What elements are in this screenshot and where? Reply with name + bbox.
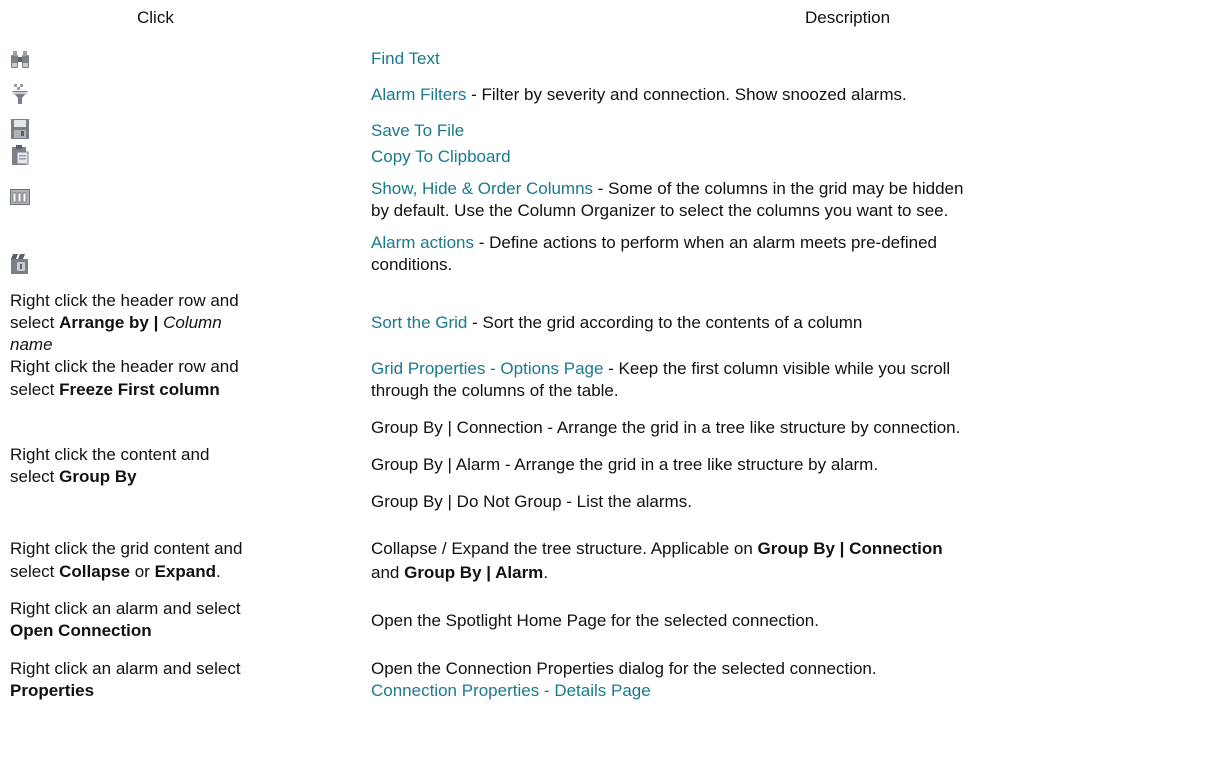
columns-row-line1: Show, Hide & Order Columns - Some of the… (371, 178, 963, 200)
group-click-line2: select Group By (10, 466, 137, 488)
grid-properties-link[interactable]: Grid Properties - Options Page (371, 359, 603, 378)
collapse-desc-bold1: Group By | Connection (757, 539, 943, 558)
collapse-desc-bold2: Group By | Alarm (404, 563, 544, 582)
alarm-filters-link[interactable]: Alarm Filters (371, 85, 466, 104)
collapse-desc-line1: Collapse / Expand the tree structure. Ap… (371, 538, 943, 560)
collapse-click-bold2: Expand (154, 562, 216, 581)
columns-desc-2: by default. Use the Column Organizer to … (371, 201, 949, 220)
group-click-select: select (10, 467, 60, 486)
copy-clipboard-link[interactable]: Copy To Clipboard (371, 147, 511, 166)
properties-link-row: Connection Properties - Details Page (371, 680, 651, 702)
sort-grid-link[interactable]: Sort the Grid (371, 313, 467, 332)
sort-click-line3: name (10, 334, 53, 356)
sort-click-select: select (10, 313, 60, 332)
properties-desc: Open the Connection Properties dialog fo… (371, 659, 877, 678)
alarm-actions-desc-2: conditions. (371, 255, 453, 274)
collapse-desc-period: . (543, 563, 549, 582)
alarm-actions-icon[interactable] (10, 253, 30, 275)
collapse-desc-and: and (371, 563, 405, 582)
alarm-actions-link[interactable]: Alarm actions (371, 233, 474, 252)
copy-clipboard-row: Copy To Clipboard (371, 146, 511, 168)
collapse-click-bold1: Collapse (59, 562, 130, 581)
freeze-click-bold: Freeze First column (59, 380, 220, 399)
group-by-connection: Group By | Connection - Arrange the grid… (371, 418, 961, 437)
columns-link[interactable]: Show, Hide & Order Columns (371, 179, 593, 198)
freeze-desc-2: through the columns of the table. (371, 381, 619, 400)
sort-click-arrange: Arrange by | (59, 313, 164, 332)
save-to-file-row: Save To File (371, 120, 464, 142)
collapse-click-or: or (130, 562, 155, 581)
properties-click-line1: Right click an alarm and select (10, 659, 241, 678)
columns-desc-1: - Some of the columns in the grid may be… (593, 179, 964, 198)
connection-properties-link[interactable]: Connection Properties - Details Page (371, 681, 651, 700)
save-to-file-link[interactable]: Save To File (371, 121, 464, 140)
header-description: Description (805, 8, 891, 27)
collapse-click-line1: Right click the grid content and (10, 539, 243, 558)
sort-click-name: name (10, 335, 53, 354)
filter-icon[interactable] (10, 83, 30, 105)
collapse-desc-line2: and Group By | Alarm. (371, 562, 548, 584)
open-conn-click-bold: Open Connection (10, 621, 152, 640)
collapse-click-line2: select Collapse or Expand. (10, 561, 221, 583)
sort-click-line1: Right click the header row and (10, 291, 239, 310)
freeze-desc-line1: Grid Properties - Options Page - Keep th… (371, 358, 950, 380)
binoculars-icon[interactable] (10, 48, 30, 70)
sort-click-column: Column (163, 313, 222, 332)
alarm-filters-desc: - Filter by severity and connection. Sho… (466, 85, 907, 104)
collapse-click-select: select (10, 562, 60, 581)
group-click-bold: Group By (59, 467, 137, 486)
sort-desc: - Sort the grid according to the content… (467, 313, 863, 332)
group-click-line1: Right click the content and (10, 445, 210, 464)
freeze-desc-1: - Keep the first column visible while yo… (603, 359, 951, 378)
open-conn-click-line1: Right click an alarm and select (10, 599, 241, 618)
header-click: Click (137, 8, 174, 27)
collapse-click-period: . (215, 562, 221, 581)
alarm-actions-desc-1: - Define actions to perform when an alar… (473, 233, 937, 252)
alarm-filters-row: Alarm Filters - Filter by severity and c… (371, 84, 907, 106)
properties-click-bold: Properties (10, 681, 95, 700)
open-conn-desc: Open the Spotlight Home Page for the sel… (371, 611, 819, 630)
group-by-do-not-group: Group By | Do Not Group - List the alarm… (371, 492, 692, 511)
group-by-alarm: Group By | Alarm - Arrange the grid in a… (371, 455, 879, 474)
collapse-desc-pre: Collapse / Expand the tree structure. Ap… (371, 539, 758, 558)
find-text-row: Find Text (371, 48, 440, 70)
find-text-link[interactable]: Find Text (371, 49, 440, 68)
alarm-actions-row-line1: Alarm actions - Define actions to perfor… (371, 232, 937, 254)
properties-click-line2: Properties (10, 680, 94, 702)
clipboard-icon[interactable] (10, 144, 30, 166)
freeze-click-line1: Right click the header row and (10, 357, 239, 376)
freeze-click-select: select (10, 380, 60, 399)
sort-desc-row: Sort the Grid - Sort the grid according … (371, 312, 862, 334)
save-icon[interactable] (10, 118, 30, 140)
columns-icon[interactable] (10, 186, 30, 208)
sort-click-line2: select Arrange by | Column (10, 312, 222, 334)
freeze-click-line2: select Freeze First column (10, 379, 220, 401)
open-conn-click-line2: Open Connection (10, 620, 152, 642)
